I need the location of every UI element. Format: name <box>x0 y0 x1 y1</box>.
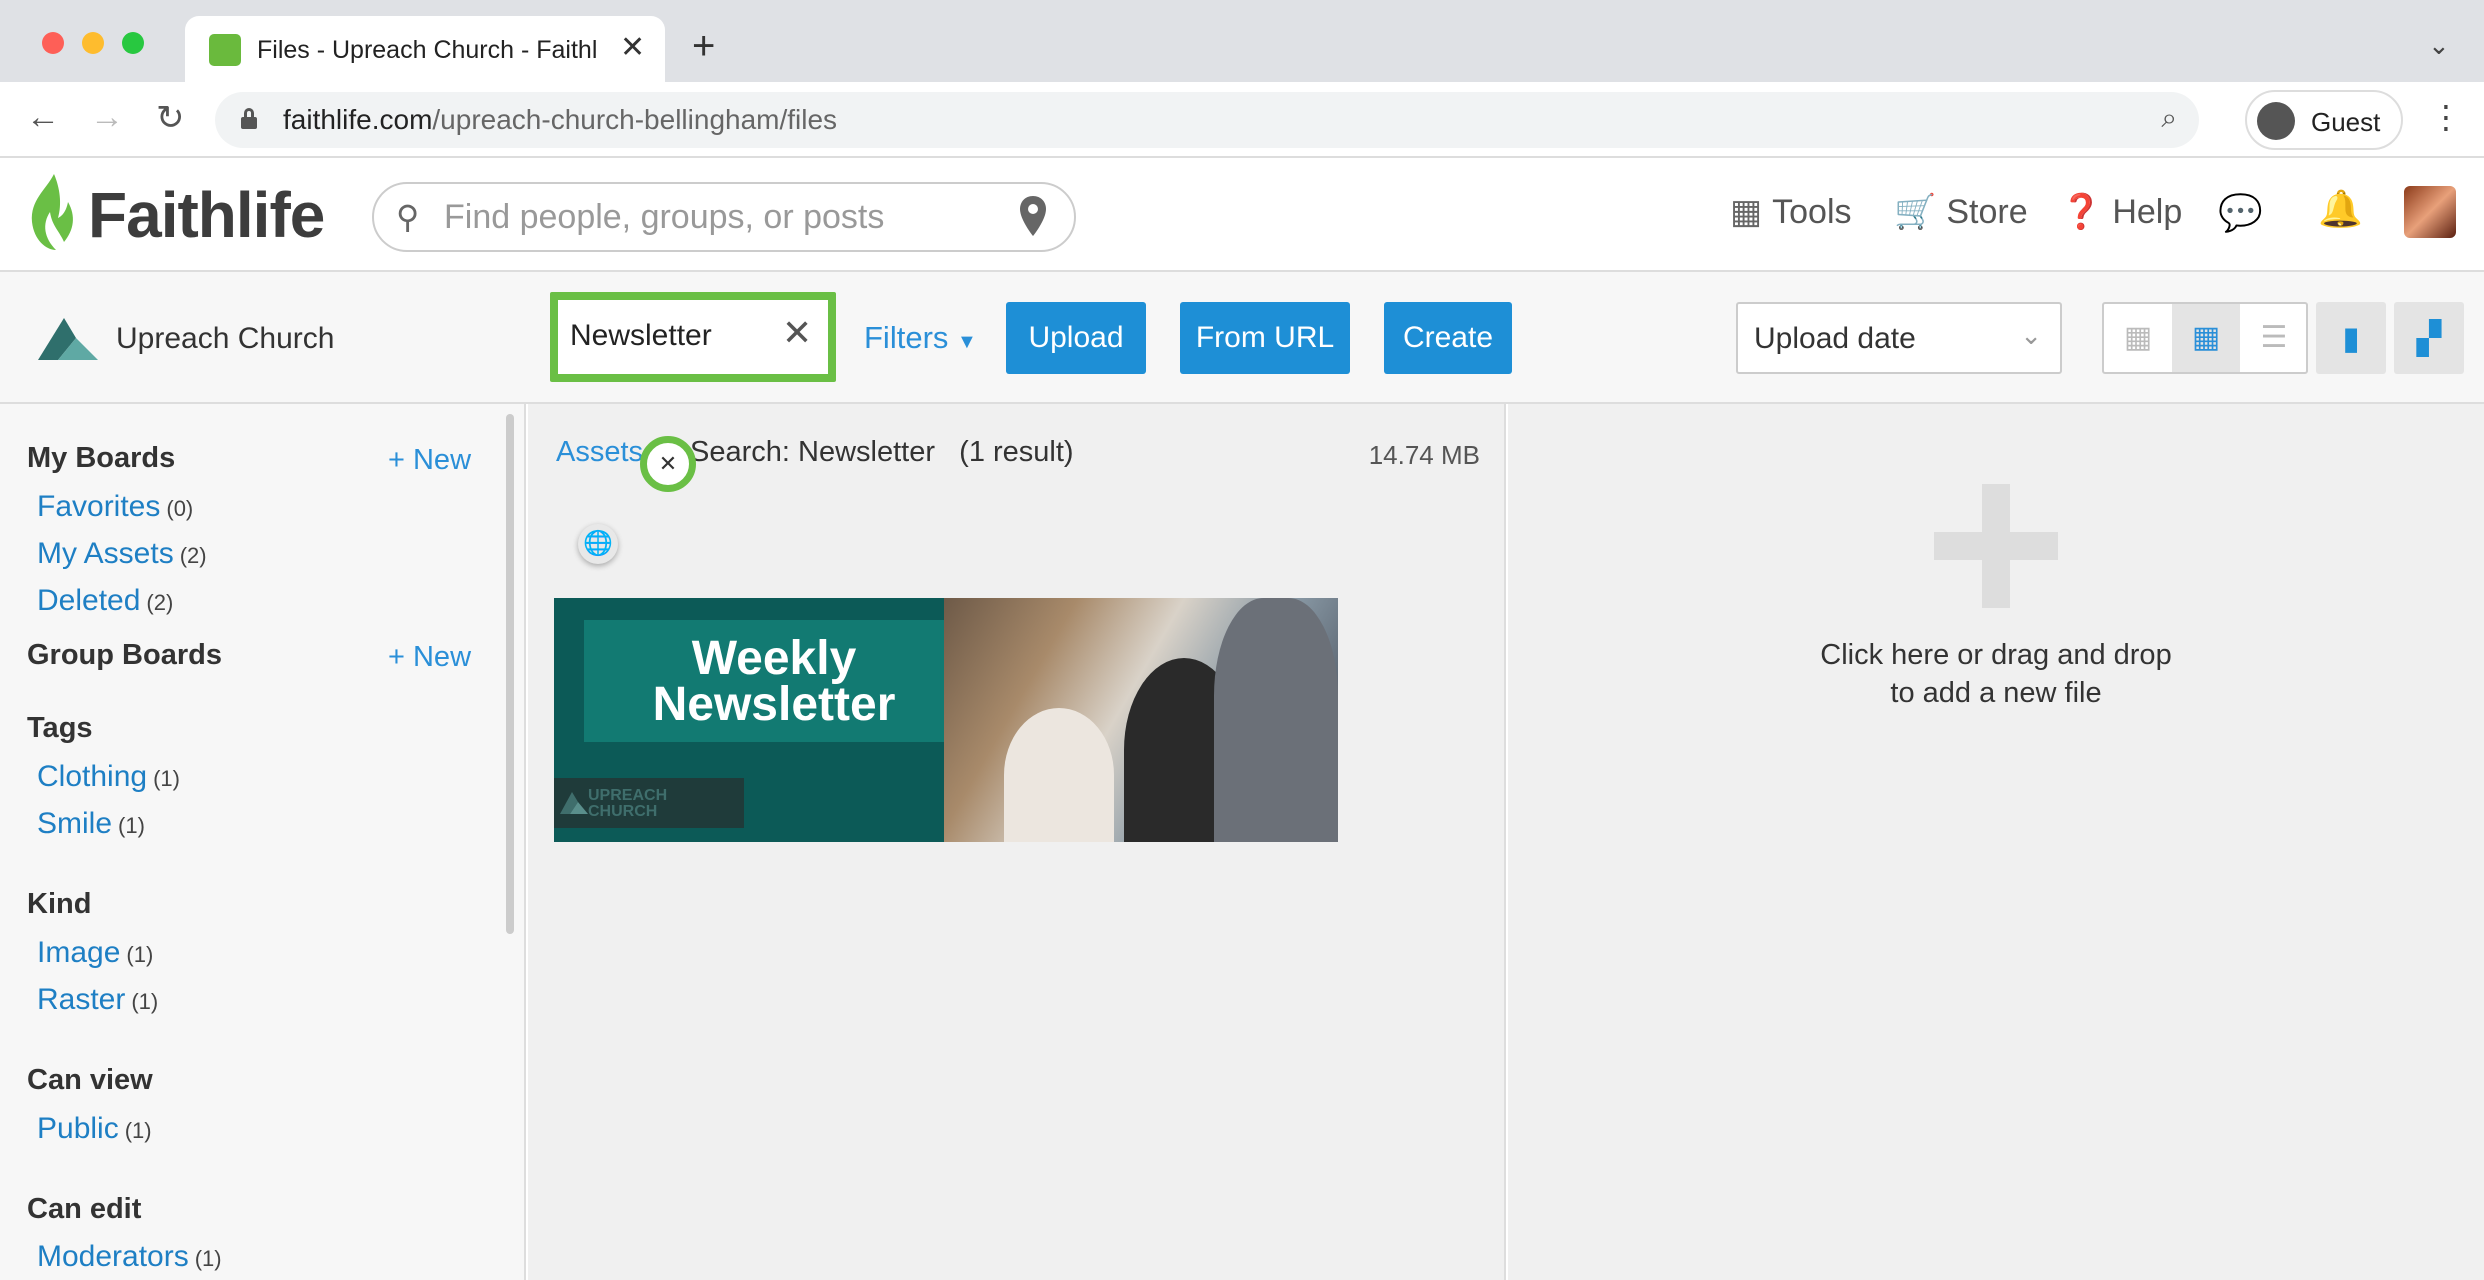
sidebar-item-raster[interactable]: Raster (1) <box>37 983 158 1017</box>
filters-dropdown[interactable]: Filters ▼ <box>864 320 977 356</box>
reload-icon[interactable]: ↻ <box>156 98 185 138</box>
my-boards-heading: My Boards <box>27 442 176 474</box>
help-nav[interactable]: ❓ Help <box>2060 192 2182 232</box>
search-icon: ⚲ <box>396 199 420 235</box>
faithlife-logo-text[interactable]: Faithlife <box>88 178 325 252</box>
list-view-icon[interactable]: ☰ <box>2240 304 2308 372</box>
chat-icon[interactable]: 💬 <box>2218 192 2263 234</box>
split-pane-layout-icon[interactable]: ▞ <box>2394 302 2464 374</box>
site-search-input[interactable] <box>444 194 1004 240</box>
browser-menu-icon[interactable]: ⋮ <box>2430 98 2462 136</box>
lock-icon <box>241 108 257 129</box>
file-search-input[interactable] <box>570 316 770 356</box>
sidebar-item-clothing[interactable]: Clothing (1) <box>37 760 180 794</box>
tab-search-chevron-icon[interactable]: ⌄ <box>2428 30 2450 61</box>
faithlife-favicon-icon <box>209 34 241 66</box>
result-count: (1 result) <box>959 436 1074 468</box>
guest-avatar-icon <box>2257 102 2295 140</box>
add-file-plus-icon[interactable] <box>1934 484 2058 608</box>
caret-down-icon: ▼ <box>957 331 977 353</box>
upreach-church-logo-icon <box>38 318 98 360</box>
faithlife-flame-icon[interactable] <box>24 172 78 252</box>
thumbnail-logo-text: UPREACH CHURCH <box>588 787 668 820</box>
tab-title: Files - Upreach Church - Faithlife <box>257 36 597 64</box>
breadcrumb-assets-link[interactable]: Assets <box>556 436 643 469</box>
sidebar-item-moderators[interactable]: Moderators (1) <box>37 1240 222 1274</box>
thumbnail-photo <box>944 598 1338 842</box>
grid-icon: ▦ <box>1730 193 1763 231</box>
site-header: Faithlife ⚲ ▦Tools 🛒Store ❓Help 💬 🔔 <box>0 158 2484 272</box>
zoom-icon[interactable]: ⌕ <box>2161 102 2177 135</box>
clear-search-icon[interactable]: ✕ <box>782 312 812 354</box>
browser-tab-bar: Files - Upreach Church - Faithlife ✕ + ⌄ <box>0 0 2484 82</box>
kind-heading: Kind <box>27 888 92 920</box>
url-text[interactable]: faithlife.com/upreach-church-bellingham/… <box>283 104 837 136</box>
dropzone-message[interactable]: Click here or drag and drop to add a new … <box>1746 636 2246 712</box>
sidebar-item-smile[interactable]: Smile (1) <box>37 807 145 841</box>
site-search[interactable]: ⚲ <box>372 182 1076 252</box>
close-tab-icon[interactable]: ✕ <box>620 30 645 65</box>
notification-bell-icon[interactable]: 🔔 <box>2318 188 2363 230</box>
can-edit-heading: Can edit <box>27 1193 142 1225</box>
medium-grid-view-icon[interactable]: ▦ <box>2172 304 2240 372</box>
sidebar-item-image[interactable]: Image (1) <box>37 936 153 970</box>
new-my-board-link[interactable]: + New <box>388 444 471 477</box>
remove-search-close-icon[interactable]: ✕ <box>640 436 696 492</box>
tools-nav[interactable]: ▦ Tools <box>1730 192 1852 232</box>
upload-dropzone[interactable]: Click here or drag and drop to add a new … <box>1508 404 2484 1280</box>
browser-navbar: ← → ↻ faithlife.com/upreach-church-belli… <box>0 82 2484 158</box>
breadcrumb-search: Search: Newsletter (1 result) <box>690 436 1074 468</box>
small-grid-view-icon[interactable]: ▦ <box>2104 304 2172 372</box>
total-size: 14.74 MB <box>1368 440 1480 470</box>
thumbnail-title: Weekly Newsletter <box>652 632 896 731</box>
store-nav[interactable]: 🛒 Store <box>1894 192 2028 232</box>
files-toolbar: Upreach Church ✕ Filters ▼ Upload From U… <box>0 272 2484 404</box>
address-bar[interactable]: faithlife.com/upreach-church-bellingham/… <box>215 92 2199 148</box>
group-boards-heading: Group Boards <box>27 639 222 671</box>
single-pane-layout-icon[interactable]: ▮ <box>2316 302 2386 374</box>
asset-thumbnail[interactable]: Weekly Newsletter UPREACH CHURCH <box>554 598 1338 842</box>
sidebar-item-deleted[interactable]: Deleted (2) <box>37 584 173 618</box>
minimize-window-icon[interactable] <box>82 32 104 54</box>
file-search-box[interactable]: ✕ <box>550 292 836 382</box>
back-arrow-icon[interactable]: ← <box>26 98 60 137</box>
can-view-heading: Can view <box>27 1064 153 1096</box>
tags-heading: Tags <box>27 712 93 744</box>
sort-select[interactable]: Upload date ⌄ <box>1736 302 2062 374</box>
create-button[interactable]: Create <box>1384 302 1512 374</box>
sidebar-item-public[interactable]: Public (1) <box>37 1112 152 1146</box>
location-pin-icon[interactable] <box>1018 194 1048 238</box>
new-tab-icon[interactable]: + <box>692 24 715 69</box>
sidebar-scrollbar[interactable] <box>506 414 514 934</box>
profile-label: Guest <box>2311 107 2381 137</box>
globe-icon[interactable]: 🌐 <box>578 524 618 564</box>
from-url-button[interactable]: From URL <box>1180 302 1350 374</box>
maximize-window-icon[interactable] <box>122 32 144 54</box>
sidebar: My Boards + New Favorites (0) My Assets (2… <box>0 404 526 1280</box>
sidebar-item-my-assets[interactable]: My Assets (2) <box>37 537 207 571</box>
forward-arrow-icon[interactable]: → <box>90 98 124 137</box>
sort-value: Upload date <box>1754 322 1916 355</box>
sidebar-item-favorites[interactable]: Favorites (0) <box>37 490 193 524</box>
close-window-icon[interactable] <box>42 32 64 54</box>
new-group-board-link[interactable]: + New <box>388 641 471 674</box>
thumbnail-logo-bar: UPREACH CHURCH <box>554 778 744 828</box>
browser-tab[interactable]: Files - Upreach Church - Faithlife ✕ <box>185 16 665 82</box>
results-pane: Assets Search: Newsletter (1 result) ✕ 1… <box>528 404 1506 1280</box>
profile-button[interactable]: Guest <box>2245 90 2403 150</box>
user-avatar[interactable] <box>2404 186 2456 238</box>
help-icon: ❓ <box>2060 193 2103 231</box>
thumbnail-church-logo-icon <box>560 792 588 814</box>
cart-icon: 🛒 <box>1894 193 1937 231</box>
group-name[interactable]: Upreach Church <box>116 322 334 356</box>
upload-button[interactable]: Upload <box>1006 302 1146 374</box>
chevron-down-icon: ⌄ <box>2020 320 2042 350</box>
view-size-group: ▦ ▦ ☰ <box>2102 302 2308 374</box>
